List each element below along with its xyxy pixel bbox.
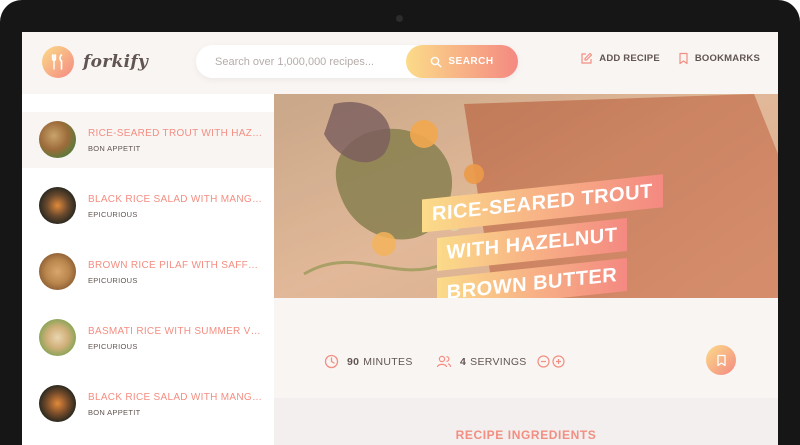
result-publisher: BON APPETIT	[88, 408, 141, 417]
bookmarks-label: BOOKMARKS	[694, 53, 760, 64]
result-thumbnail	[39, 385, 76, 422]
result-publisher: EPICURIOUS	[88, 210, 138, 219]
clock-icon	[324, 354, 339, 369]
recipe-ingredients: RECIPE INGREDIENTS	[274, 398, 778, 445]
bookmark-icon	[716, 354, 726, 366]
result-item[interactable]: BASMATI RICE WITH SUMMER VE... EPICURIOU…	[22, 310, 274, 366]
increase-servings-icon[interactable]	[552, 355, 565, 368]
add-recipe-button[interactable]: ADD RECIPE	[580, 52, 660, 65]
search-results-list: RICE-SEARED TROUT WITH HAZE... BON APPET…	[22, 94, 274, 445]
recipe-view: RICE-SEARED TROUT WITH HAZELNUT BROWN BU…	[274, 94, 778, 445]
result-thumbnail	[39, 319, 76, 356]
users-icon	[436, 355, 452, 368]
recipe-figure: RICE-SEARED TROUT WITH HAZELNUT BROWN BU…	[274, 94, 778, 298]
result-title: RICE-SEARED TROUT WITH HAZE...	[88, 128, 264, 139]
servings-value: 4	[460, 355, 467, 368]
result-item[interactable]: BROWN RICE PILAF WITH SAFFR... EPICURIOU…	[22, 244, 274, 300]
ingredients-heading: RECIPE INGREDIENTS	[455, 428, 597, 442]
result-title: BROWN RICE PILAF WITH SAFFR...	[88, 260, 264, 271]
bookmarks-button[interactable]: BOOKMARKS	[678, 52, 760, 65]
result-publisher: EPICURIOUS	[88, 342, 138, 351]
cooking-time-unit: MINUTES	[363, 355, 413, 368]
result-item[interactable]: BLACK RICE SALAD WITH MANGO... EPICURIOU…	[22, 178, 274, 234]
servings: 4 SERVINGS	[436, 354, 565, 369]
fork-knife-icon	[42, 46, 74, 78]
cooking-time: 90 MINUTES	[324, 354, 413, 369]
bookmark-icon	[679, 52, 688, 65]
result-title: BLACK RICE SALAD WITH MANGO...	[88, 194, 264, 205]
search-input[interactable]	[215, 45, 405, 78]
recipe-details: 90 MINUTES 4 SERVINGS	[274, 298, 778, 398]
logo-text: forkify	[83, 52, 149, 72]
result-title: BLACK RICE SALAD WITH MANGO...	[88, 392, 264, 403]
result-item[interactable]: RICE-SEARED TROUT WITH HAZE... BON APPET…	[22, 112, 274, 168]
result-publisher: EPICURIOUS	[88, 276, 138, 285]
logo[interactable]: forkify	[42, 46, 148, 78]
result-thumbnail	[39, 187, 76, 224]
camera-dot	[396, 15, 403, 22]
result-publisher: BON APPETIT	[88, 144, 141, 153]
search-icon	[431, 56, 442, 67]
result-item[interactable]: BLACK RICE SALAD WITH MANGO... BON APPET…	[22, 376, 274, 432]
search-form: SEARCH	[196, 45, 518, 78]
bookmark-recipe-button[interactable]	[706, 345, 736, 375]
header: forkify SEARCH ADD RECIPE	[22, 32, 778, 94]
search-button-label: SEARCH	[448, 56, 494, 67]
nav: ADD RECIPE BOOKMARKS	[562, 52, 760, 65]
edit-icon	[581, 52, 593, 64]
servings-unit: SERVINGS	[470, 355, 527, 368]
app-screen: forkify SEARCH ADD RECIPE	[22, 32, 778, 445]
result-thumbnail	[39, 121, 76, 158]
result-thumbnail	[39, 253, 76, 290]
result-title: BASMATI RICE WITH SUMMER VE...	[88, 326, 264, 337]
cooking-time-value: 90	[347, 355, 360, 368]
add-recipe-label: ADD RECIPE	[599, 53, 660, 64]
decrease-servings-icon[interactable]	[537, 355, 550, 368]
search-button[interactable]: SEARCH	[406, 45, 518, 78]
